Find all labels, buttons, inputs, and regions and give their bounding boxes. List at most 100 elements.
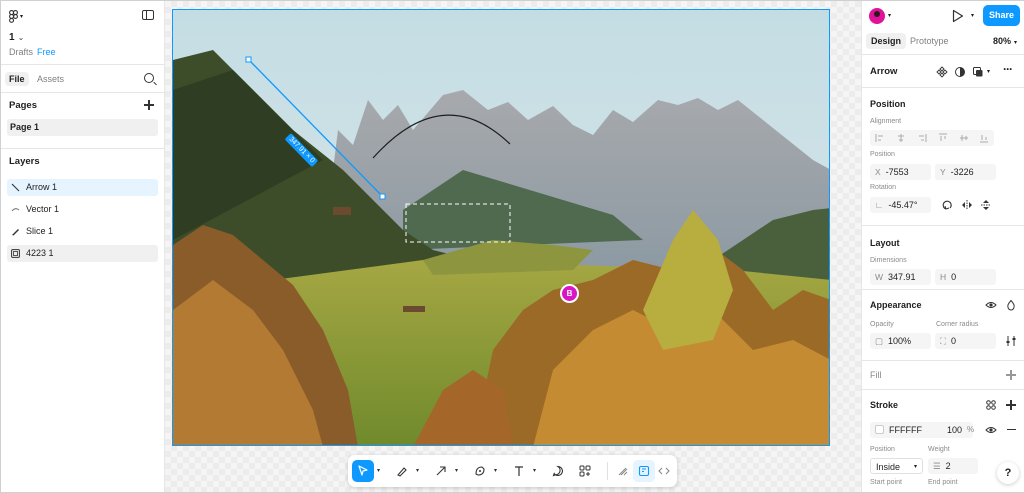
align-center-v-icon[interactable] — [959, 133, 969, 143]
drafts-link[interactable]: Drafts — [9, 47, 33, 57]
eye-icon[interactable] — [985, 424, 997, 436]
layer-item-image[interactable]: 4223 1 — [7, 245, 158, 262]
corner-radius-field[interactable]: ⛶ 0 — [935, 333, 996, 349]
minus-icon[interactable] — [1007, 429, 1016, 431]
independent-corners-icon[interactable] — [1005, 335, 1017, 347]
corner-radius-icon: ⛶ — [940, 336, 946, 346]
position-title: Position — [870, 99, 906, 109]
landscape-image[interactable] — [173, 10, 830, 446]
layer-item-arrow[interactable]: Arrow 1 — [7, 179, 158, 196]
stroke-weight-label: Weight — [928, 446, 950, 453]
height-value: 0 — [951, 272, 957, 282]
dev-mode-button[interactable] — [653, 460, 675, 482]
flip-horizontal-icon[interactable] — [961, 199, 973, 211]
layer-label: 4223 1 — [26, 248, 54, 258]
half-circle-icon[interactable] — [954, 66, 966, 78]
move-tool-button[interactable] — [352, 460, 374, 482]
panel-toggle-icon[interactable] — [142, 10, 154, 20]
height-field[interactable]: H0 — [935, 269, 996, 285]
design-mode-icon — [638, 465, 650, 477]
cursor-icon — [358, 465, 368, 476]
x-position-field[interactable]: X -7553 — [870, 164, 931, 180]
shape-tool-button[interactable] — [469, 460, 491, 482]
y-position-field[interactable]: Y -3226 — [935, 164, 996, 180]
bottom-toolbar: ▾ ▾ ▾ ▾ ▾ — [348, 455, 677, 487]
plan-badge[interactable]: Free — [37, 47, 56, 57]
chevron-down-icon[interactable]: ▾ — [377, 467, 380, 474]
stroke-color-field[interactable]: FFFFFF 100% — [870, 422, 974, 438]
stroke-position-select[interactable]: Inside ▾ — [870, 458, 923, 474]
component-diamond-icon[interactable] — [936, 66, 948, 78]
pages-section: Pages Page 1 — [1, 93, 164, 149]
rotate-90-icon[interactable] — [942, 199, 954, 211]
stroke-weight-field[interactable]: ☰ 2 — [928, 458, 978, 474]
arrow-tool-button[interactable] — [430, 460, 452, 482]
text-tool-button[interactable] — [508, 460, 530, 482]
mask-icon[interactable] — [972, 66, 984, 78]
user-avatar[interactable] — [869, 8, 885, 24]
design-mode-button[interactable] — [633, 460, 655, 482]
layer-item-vector[interactable]: Vector 1 — [7, 201, 158, 218]
collaborator-cursor-avatar[interactable]: B — [560, 284, 579, 303]
tab-assets[interactable]: Assets — [33, 72, 68, 86]
fill-section: Fill — [862, 361, 1024, 390]
layer-label: Slice 1 — [26, 226, 54, 236]
components-tool-button[interactable] — [574, 460, 596, 482]
x-prefix: X — [875, 167, 881, 177]
add-stroke-icon[interactable] — [1006, 400, 1016, 410]
share-button[interactable]: Share — [983, 5, 1020, 26]
align-left-icon[interactable] — [875, 133, 885, 143]
width-field[interactable]: W 347.91 — [870, 269, 931, 285]
align-bottom-icon[interactable] — [979, 133, 989, 143]
chevron-down-icon[interactable]: ▾ — [971, 12, 974, 19]
comment-tool-button[interactable] — [547, 460, 569, 482]
arrow-icon — [436, 466, 446, 476]
stroke-color-hex: FFFFFF — [889, 425, 922, 435]
chevron-down-icon[interactable]: ▾ — [987, 68, 990, 75]
draw-mode-button[interactable] — [612, 460, 634, 482]
layers-section: Layers Arrow 1 Vector 1 Slice 1 4223 1 — [1, 149, 164, 262]
opacity-value: 100% — [888, 336, 912, 346]
eye-icon[interactable] — [985, 299, 997, 311]
drop-icon[interactable] — [1005, 299, 1017, 311]
style-grid-icon[interactable] — [985, 399, 997, 411]
add-page-icon[interactable] — [144, 100, 154, 110]
opacity-field[interactable]: ▢ 100% — [870, 333, 931, 349]
align-top-icon[interactable] — [938, 133, 948, 143]
image-frame[interactable]: 347.91 × 0 — [172, 9, 830, 446]
help-button[interactable]: ? — [997, 462, 1019, 484]
layer-item-slice[interactable]: Slice 1 — [7, 223, 158, 240]
pen-tool-button[interactable] — [391, 460, 413, 482]
flip-vertical-icon[interactable] — [980, 199, 992, 211]
w-prefix: W — [875, 272, 884, 282]
chevron-down-icon[interactable]: ▾ — [888, 12, 891, 19]
align-right-icon[interactable] — [917, 133, 927, 143]
pencil-scribble-icon — [618, 467, 628, 476]
y-value: -3226 — [950, 167, 974, 177]
align-center-h-icon[interactable] — [896, 133, 906, 143]
main-menu-button[interactable]: ▾ — [9, 9, 31, 23]
chevron-down-icon[interactable]: ▾ — [533, 467, 536, 474]
search-icon[interactable] — [144, 73, 154, 83]
present-play-icon[interactable] — [952, 9, 964, 23]
start-point-label: Start point — [870, 479, 902, 486]
chevron-down-icon[interactable]: ▾ — [494, 467, 497, 474]
canvas[interactable]: 347.91 × 0 B ▾ ▾ ▾ ▾ ▾ — [165, 1, 861, 492]
chevron-down-icon: ▾ — [1013, 40, 1017, 46]
file-name[interactable]: 1 ⌄ — [9, 32, 24, 43]
chevron-down-icon[interactable]: ▾ — [416, 467, 419, 474]
add-fill-icon[interactable] — [1006, 370, 1016, 380]
page-item[interactable]: Page 1 — [7, 119, 158, 136]
tab-design[interactable]: Design — [866, 33, 907, 49]
components-icon — [579, 465, 591, 477]
tab-prototype[interactable]: Prototype — [910, 36, 949, 46]
position-label: Position — [870, 151, 895, 158]
more-options-icon[interactable]: ··· — [1003, 62, 1013, 76]
zoom-control[interactable]: 80% ▾ — [993, 36, 1017, 46]
chevron-down-icon[interactable]: ▾ — [455, 467, 458, 474]
color-swatch[interactable] — [875, 425, 884, 434]
tab-file[interactable]: File — [5, 72, 29, 86]
position-section: Position Alignment Position X -7553 Y -322… — [862, 88, 1024, 226]
rotation-field[interactable]: ∟ -45.47° — [870, 197, 931, 213]
file-header: ▾ 1 ⌄ Drafts Free — [1, 1, 164, 65]
